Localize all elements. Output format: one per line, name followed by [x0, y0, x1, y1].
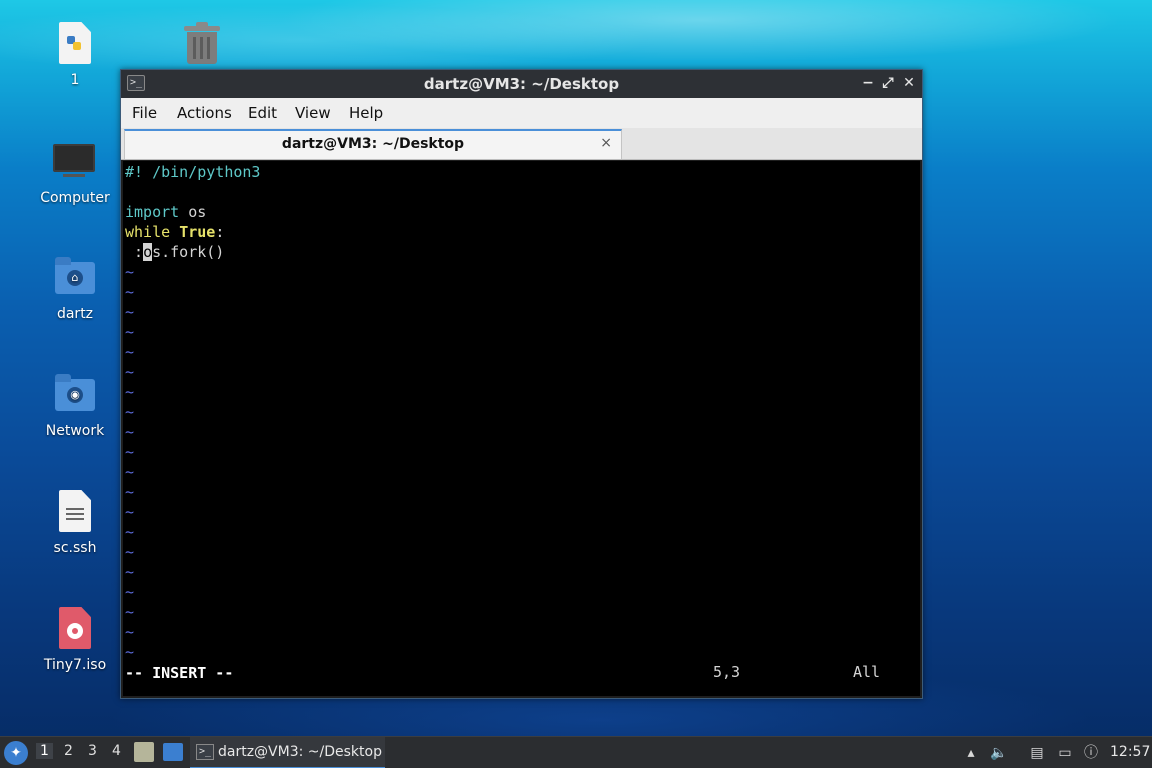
desktop-icon-tiny7[interactable]: Tiny7.iso	[30, 607, 120, 673]
workspace-2[interactable]: 2	[64, 743, 73, 759]
update-notifier-icon[interactable]: ⓘ	[1082, 744, 1100, 762]
keyword-true: True	[179, 223, 216, 241]
menu-actions[interactable]: Actions	[177, 104, 232, 122]
trash-icon[interactable]	[184, 22, 220, 64]
computer-icon	[53, 140, 97, 184]
menu-view[interactable]: View	[295, 104, 331, 122]
tilde-marker: ~	[125, 603, 135, 621]
network-folder-icon: ◉	[53, 373, 97, 417]
tilde-marker: ~	[125, 463, 135, 481]
colon: :	[215, 223, 225, 241]
desktop-icon-label: Computer	[40, 190, 110, 206]
code-line-5: :os.fork()	[125, 242, 224, 262]
workspace-4[interactable]: 4	[112, 743, 121, 759]
tilde-marker: ~	[125, 643, 135, 661]
module-os: os	[179, 203, 207, 221]
clipboard-icon[interactable]: ▤	[1028, 744, 1046, 762]
code-line-4: while True:	[125, 222, 224, 242]
tilde-marker: ~	[125, 483, 135, 501]
tilde-marker: ~	[125, 583, 135, 601]
text-file-icon	[53, 490, 97, 534]
menu-file[interactable]: File	[132, 104, 157, 122]
tilde-marker: ~	[125, 343, 135, 361]
workspace-3[interactable]: 3	[88, 743, 97, 759]
code-line-1: #! /bin/python3	[125, 163, 261, 181]
text-cursor: o	[143, 243, 153, 261]
clock: 12:57	[1110, 744, 1151, 760]
tilde-marker: ~	[125, 623, 135, 641]
close-button[interactable]: ✕	[900, 74, 918, 92]
tilde-marker: ~	[125, 403, 135, 421]
disc-image-icon	[53, 607, 97, 651]
vim-mode: -- INSERT --	[125, 664, 234, 682]
task-label: dartz@VM3: ~/Desktop	[218, 744, 382, 760]
desktop-icon-computer[interactable]: Computer	[30, 140, 120, 206]
desktop-icon-sc-ssh[interactable]: sc.ssh	[30, 490, 120, 556]
desktop-icon-label: dartz	[56, 306, 94, 322]
menu-help[interactable]: Help	[349, 104, 383, 122]
terminal-icon: >_	[196, 744, 214, 760]
volume-icon[interactable]: 🔈	[990, 744, 1008, 762]
file-manager-icon[interactable]	[134, 742, 154, 762]
tab-terminal[interactable]: dartz@VM3: ~/Desktop ×	[124, 129, 622, 159]
tab-bar: dartz@VM3: ~/Desktop ×	[121, 128, 922, 160]
minimize-button[interactable]: −	[859, 74, 877, 92]
desktop-icon-label: sc.ssh	[53, 540, 97, 556]
keyword-while: while	[125, 223, 171, 241]
menu-bar: File Actions Edit View Help	[121, 98, 922, 128]
taskbar: ✦ 1 2 3 4 >_ dartz@VM3: ~/Desktop ▴ 🔈 ▤ …	[0, 736, 1152, 768]
maximize-button[interactable]: ⤢	[879, 74, 897, 92]
taskbar-task-terminal[interactable]: >_ dartz@VM3: ~/Desktop	[190, 737, 385, 768]
desktop-icon-network[interactable]: ◉ Network	[30, 373, 120, 439]
tilde-marker: ~	[125, 503, 135, 521]
tilde-marker: ~	[125, 563, 135, 581]
line5-rest: s.fork()	[152, 243, 225, 261]
python-file-icon	[53, 22, 97, 66]
expand-tray-icon[interactable]: ▴	[962, 744, 980, 762]
lxqt-start-icon[interactable]: ✦	[4, 741, 28, 765]
window-titlebar[interactable]: >_ dartz@VM3: ~/Desktop − ⤢ ✕	[121, 70, 922, 98]
tilde-marker: ~	[125, 303, 135, 321]
tilde-marker: ~	[125, 323, 135, 341]
scroll-indicator: All	[853, 663, 881, 681]
code-line-3: import os	[125, 202, 206, 222]
tilde-marker: ~	[125, 263, 135, 281]
desktop-icon-dartz[interactable]: ⌂ dartz	[30, 256, 120, 322]
tilde-marker: ~	[125, 523, 135, 541]
tab-title: dartz@VM3: ~/Desktop	[281, 136, 465, 152]
tilde-marker: ~	[125, 363, 135, 381]
desktop-icon-label: Network	[45, 423, 105, 439]
cursor-position: 5,3	[713, 663, 741, 681]
show-desktop-icon[interactable]	[163, 743, 183, 761]
workspace-1[interactable]: 1	[36, 743, 53, 759]
desktop-icon-label: Tiny7.iso	[43, 657, 107, 673]
keyword-import: import	[125, 203, 180, 221]
tilde-marker: ~	[125, 283, 135, 301]
terminal-output[interactable]: #! /bin/python3 import os while True: :o…	[123, 161, 920, 696]
network-icon[interactable]: ▭	[1056, 744, 1074, 762]
tab-close-icon[interactable]: ×	[600, 135, 612, 151]
menu-edit[interactable]: Edit	[248, 104, 277, 122]
tilde-marker: ~	[125, 443, 135, 461]
line5-prefix: :	[125, 243, 144, 261]
desktop-icon-label: 1	[70, 72, 80, 88]
terminal-window[interactable]: >_ dartz@VM3: ~/Desktop − ⤢ ✕ File Actio…	[120, 69, 923, 699]
tilde-marker: ~	[125, 383, 135, 401]
window-title: dartz@VM3: ~/Desktop	[423, 75, 620, 93]
tilde-marker: ~	[125, 423, 135, 441]
home-folder-icon: ⌂	[53, 256, 97, 300]
desktop-icon-1[interactable]: 1	[30, 22, 120, 88]
tilde-marker: ~	[125, 543, 135, 561]
